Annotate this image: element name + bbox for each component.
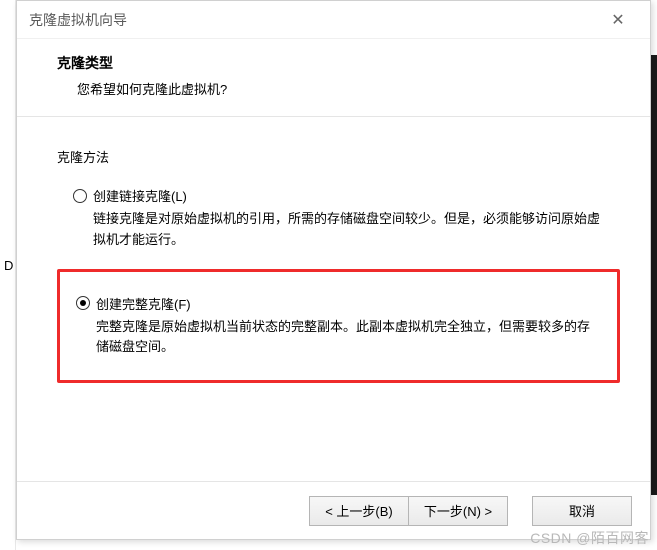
background-panel (0, 0, 16, 550)
radio-label-linked: 创建链接克隆(L) (93, 186, 187, 205)
close-icon[interactable]: ✕ (598, 10, 638, 30)
radio-linked-clone[interactable]: 创建链接克隆(L) (73, 186, 604, 205)
wizard-header: 克隆类型 您希望如何克隆此虚拟机? (17, 39, 650, 117)
dialog-title: 克隆虚拟机向导 (29, 10, 127, 30)
back-button[interactable]: < 上一步(B) (309, 496, 409, 526)
watermark: CSDN @陌百网客 (530, 528, 649, 548)
radio-label-full: 创建完整克隆(F) (96, 294, 191, 313)
group-title: 克隆方法 (57, 147, 620, 166)
clone-wizard-dialog: 克隆虚拟机向导 ✕ 克隆类型 您希望如何克隆此虚拟机? 克隆方法 创建链接克隆(… (16, 0, 651, 540)
option-linked-clone: 创建链接克隆(L) 链接克隆是对原始虚拟机的引用，所需的存储磁盘空间较少。但是，… (57, 180, 620, 261)
background-char: D (4, 258, 13, 273)
radio-icon (73, 189, 87, 203)
next-button[interactable]: 下一步(N) > (408, 496, 508, 526)
option-desc-linked: 链接克隆是对原始虚拟机的引用，所需的存储磁盘空间较少。但是，必须能够访问原始虚拟… (93, 209, 604, 251)
cancel-button[interactable]: 取消 (532, 496, 632, 526)
titlebar: 克隆虚拟机向导 ✕ (17, 1, 650, 39)
wizard-body: 克隆方法 创建链接克隆(L) 链接克隆是对原始虚拟机的引用，所需的存储磁盘空间较… (17, 117, 650, 397)
background-dark-strip (651, 55, 657, 495)
header-subtitle: 您希望如何克隆此虚拟机? (77, 79, 610, 98)
option-desc-full: 完整克隆是原始虚拟机当前状态的完整副本。此副本虚拟机完全独立，但需要较多的存储磁… (96, 317, 601, 359)
radio-icon (76, 296, 90, 310)
radio-full-clone[interactable]: 创建完整克隆(F) (76, 294, 601, 313)
radio-selected-dot (80, 300, 86, 306)
option-full-clone: 创建完整克隆(F) 完整克隆是原始虚拟机当前状态的完整副本。此副本虚拟机完全独立… (57, 269, 620, 384)
header-title: 克隆类型 (57, 53, 610, 73)
